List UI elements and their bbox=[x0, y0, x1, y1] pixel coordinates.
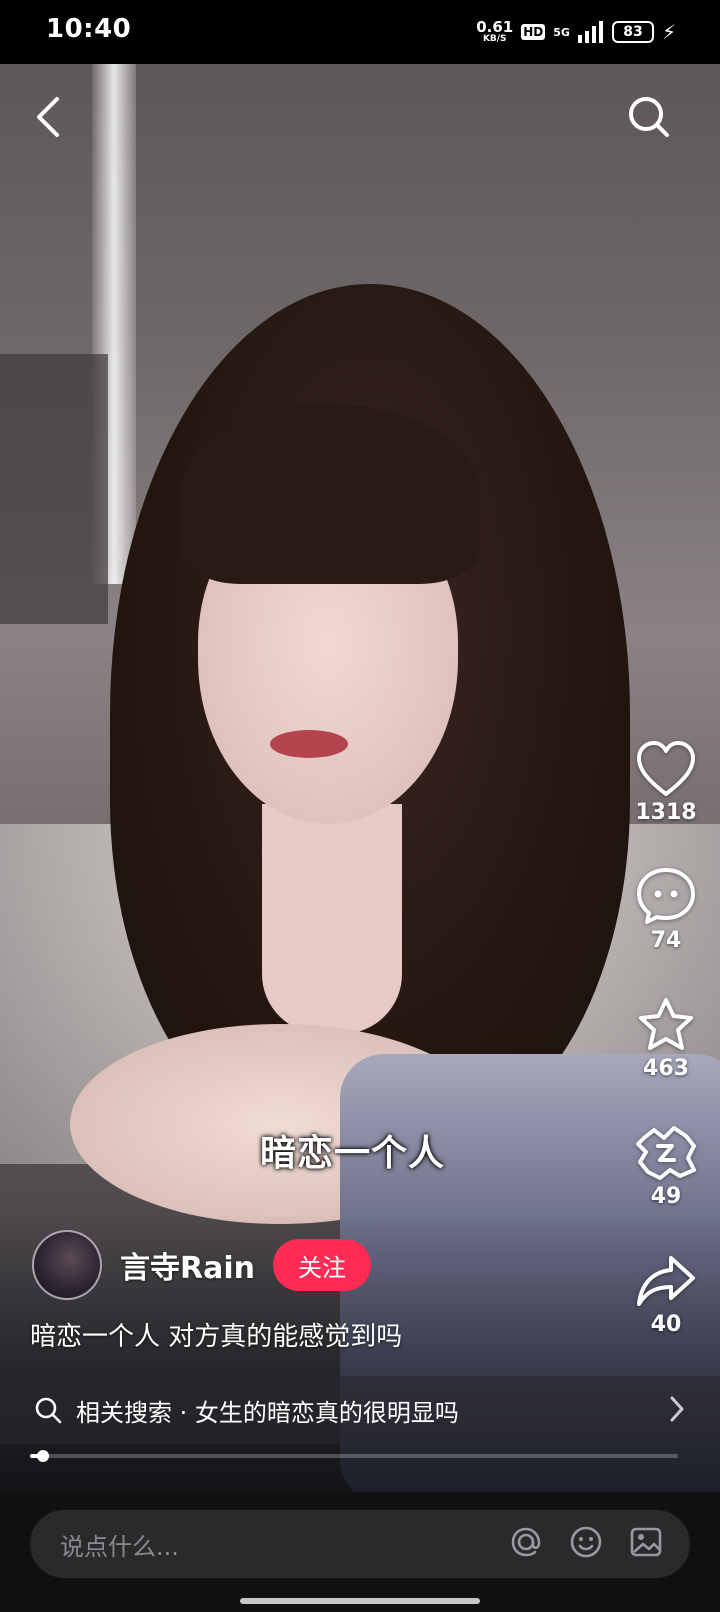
favorite-count: 463 bbox=[643, 1056, 689, 1081]
recommend-button[interactable]: 49 bbox=[618, 1124, 714, 1209]
charging-icon: ⚡ bbox=[661, 20, 676, 44]
search-icon bbox=[35, 1397, 62, 1424]
chevron-right-icon bbox=[670, 1396, 684, 1422]
comment-icon bbox=[637, 868, 695, 924]
heart-icon bbox=[637, 741, 695, 796]
author-name[interactable]: 言寺Rain bbox=[120, 1243, 255, 1287]
share-arrow-icon bbox=[637, 1256, 695, 1306]
avatar[interactable] bbox=[32, 1230, 102, 1300]
related-search-bar[interactable]: 相关搜索 · 女生的暗恋真的很明显吗 bbox=[0, 1376, 720, 1444]
status-icons: 0.61 KB/S HD 5G 83 ⚡ bbox=[476, 14, 676, 50]
favorite-button[interactable]: 463 bbox=[618, 996, 714, 1081]
network-speed-value: 0.61 bbox=[476, 18, 514, 36]
back-button[interactable] bbox=[26, 90, 70, 144]
playback-progress-handle[interactable] bbox=[36, 1450, 49, 1462]
related-search-label: 相关搜索 · 女生的暗恋真的很明显吗 bbox=[76, 1398, 459, 1427]
home-indicator[interactable] bbox=[240, 1598, 480, 1604]
video-frame-neck bbox=[262, 804, 402, 1034]
emoji-button[interactable] bbox=[568, 1524, 604, 1560]
signal-icon bbox=[577, 21, 603, 43]
recommend-count: 49 bbox=[650, 1184, 682, 1209]
network-type: 5G bbox=[553, 25, 570, 39]
video-frame-bangs bbox=[180, 404, 480, 584]
search-icon bbox=[629, 97, 669, 137]
video-caption[interactable]: 暗恋一个人 对方真的能感觉到吗 bbox=[30, 1316, 402, 1353]
status-time: 10:40 bbox=[46, 14, 132, 44]
search-button[interactable] bbox=[624, 92, 674, 142]
share-count: 40 bbox=[650, 1312, 682, 1337]
share-button[interactable]: 40 bbox=[618, 1254, 714, 1337]
video-frame-painting bbox=[0, 354, 108, 624]
mention-button[interactable] bbox=[508, 1524, 544, 1560]
video-frame-lips bbox=[270, 730, 348, 758]
status-bar: 10:40 0.61 KB/S HD 5G 83 ⚡ bbox=[0, 0, 720, 64]
comment-bar: 说点什么... bbox=[0, 1492, 720, 1612]
comment-count: 74 bbox=[650, 928, 682, 953]
comment-placeholder: 说点什么... bbox=[60, 1532, 179, 1561]
at-icon bbox=[511, 1527, 541, 1557]
image-button[interactable] bbox=[628, 1524, 664, 1560]
comment-button[interactable]: 74 bbox=[618, 866, 714, 953]
comment-tools bbox=[508, 1524, 664, 1560]
network-speed: 0.61 KB/S bbox=[476, 20, 513, 44]
smiley-icon bbox=[570, 1526, 602, 1558]
follow-button[interactable]: 关注 bbox=[273, 1239, 371, 1291]
like-count: 1318 bbox=[635, 800, 697, 825]
image-icon bbox=[630, 1527, 662, 1557]
like-button[interactable]: 1318 bbox=[618, 740, 714, 825]
battery-icon: 83 bbox=[611, 21, 654, 43]
recommend-icon bbox=[636, 1126, 696, 1180]
playback-progress-bar[interactable] bbox=[30, 1450, 678, 1462]
star-icon bbox=[639, 998, 693, 1050]
battery-level: 83 bbox=[623, 24, 643, 40]
hd-badge: HD bbox=[521, 24, 546, 40]
back-arrow-icon bbox=[37, 97, 59, 137]
author-row: 言寺Rain 关注 bbox=[32, 1230, 371, 1300]
network-speed-unit: KB/S bbox=[482, 34, 507, 44]
video-subtitle: 暗恋一个人 bbox=[260, 1133, 446, 1174]
